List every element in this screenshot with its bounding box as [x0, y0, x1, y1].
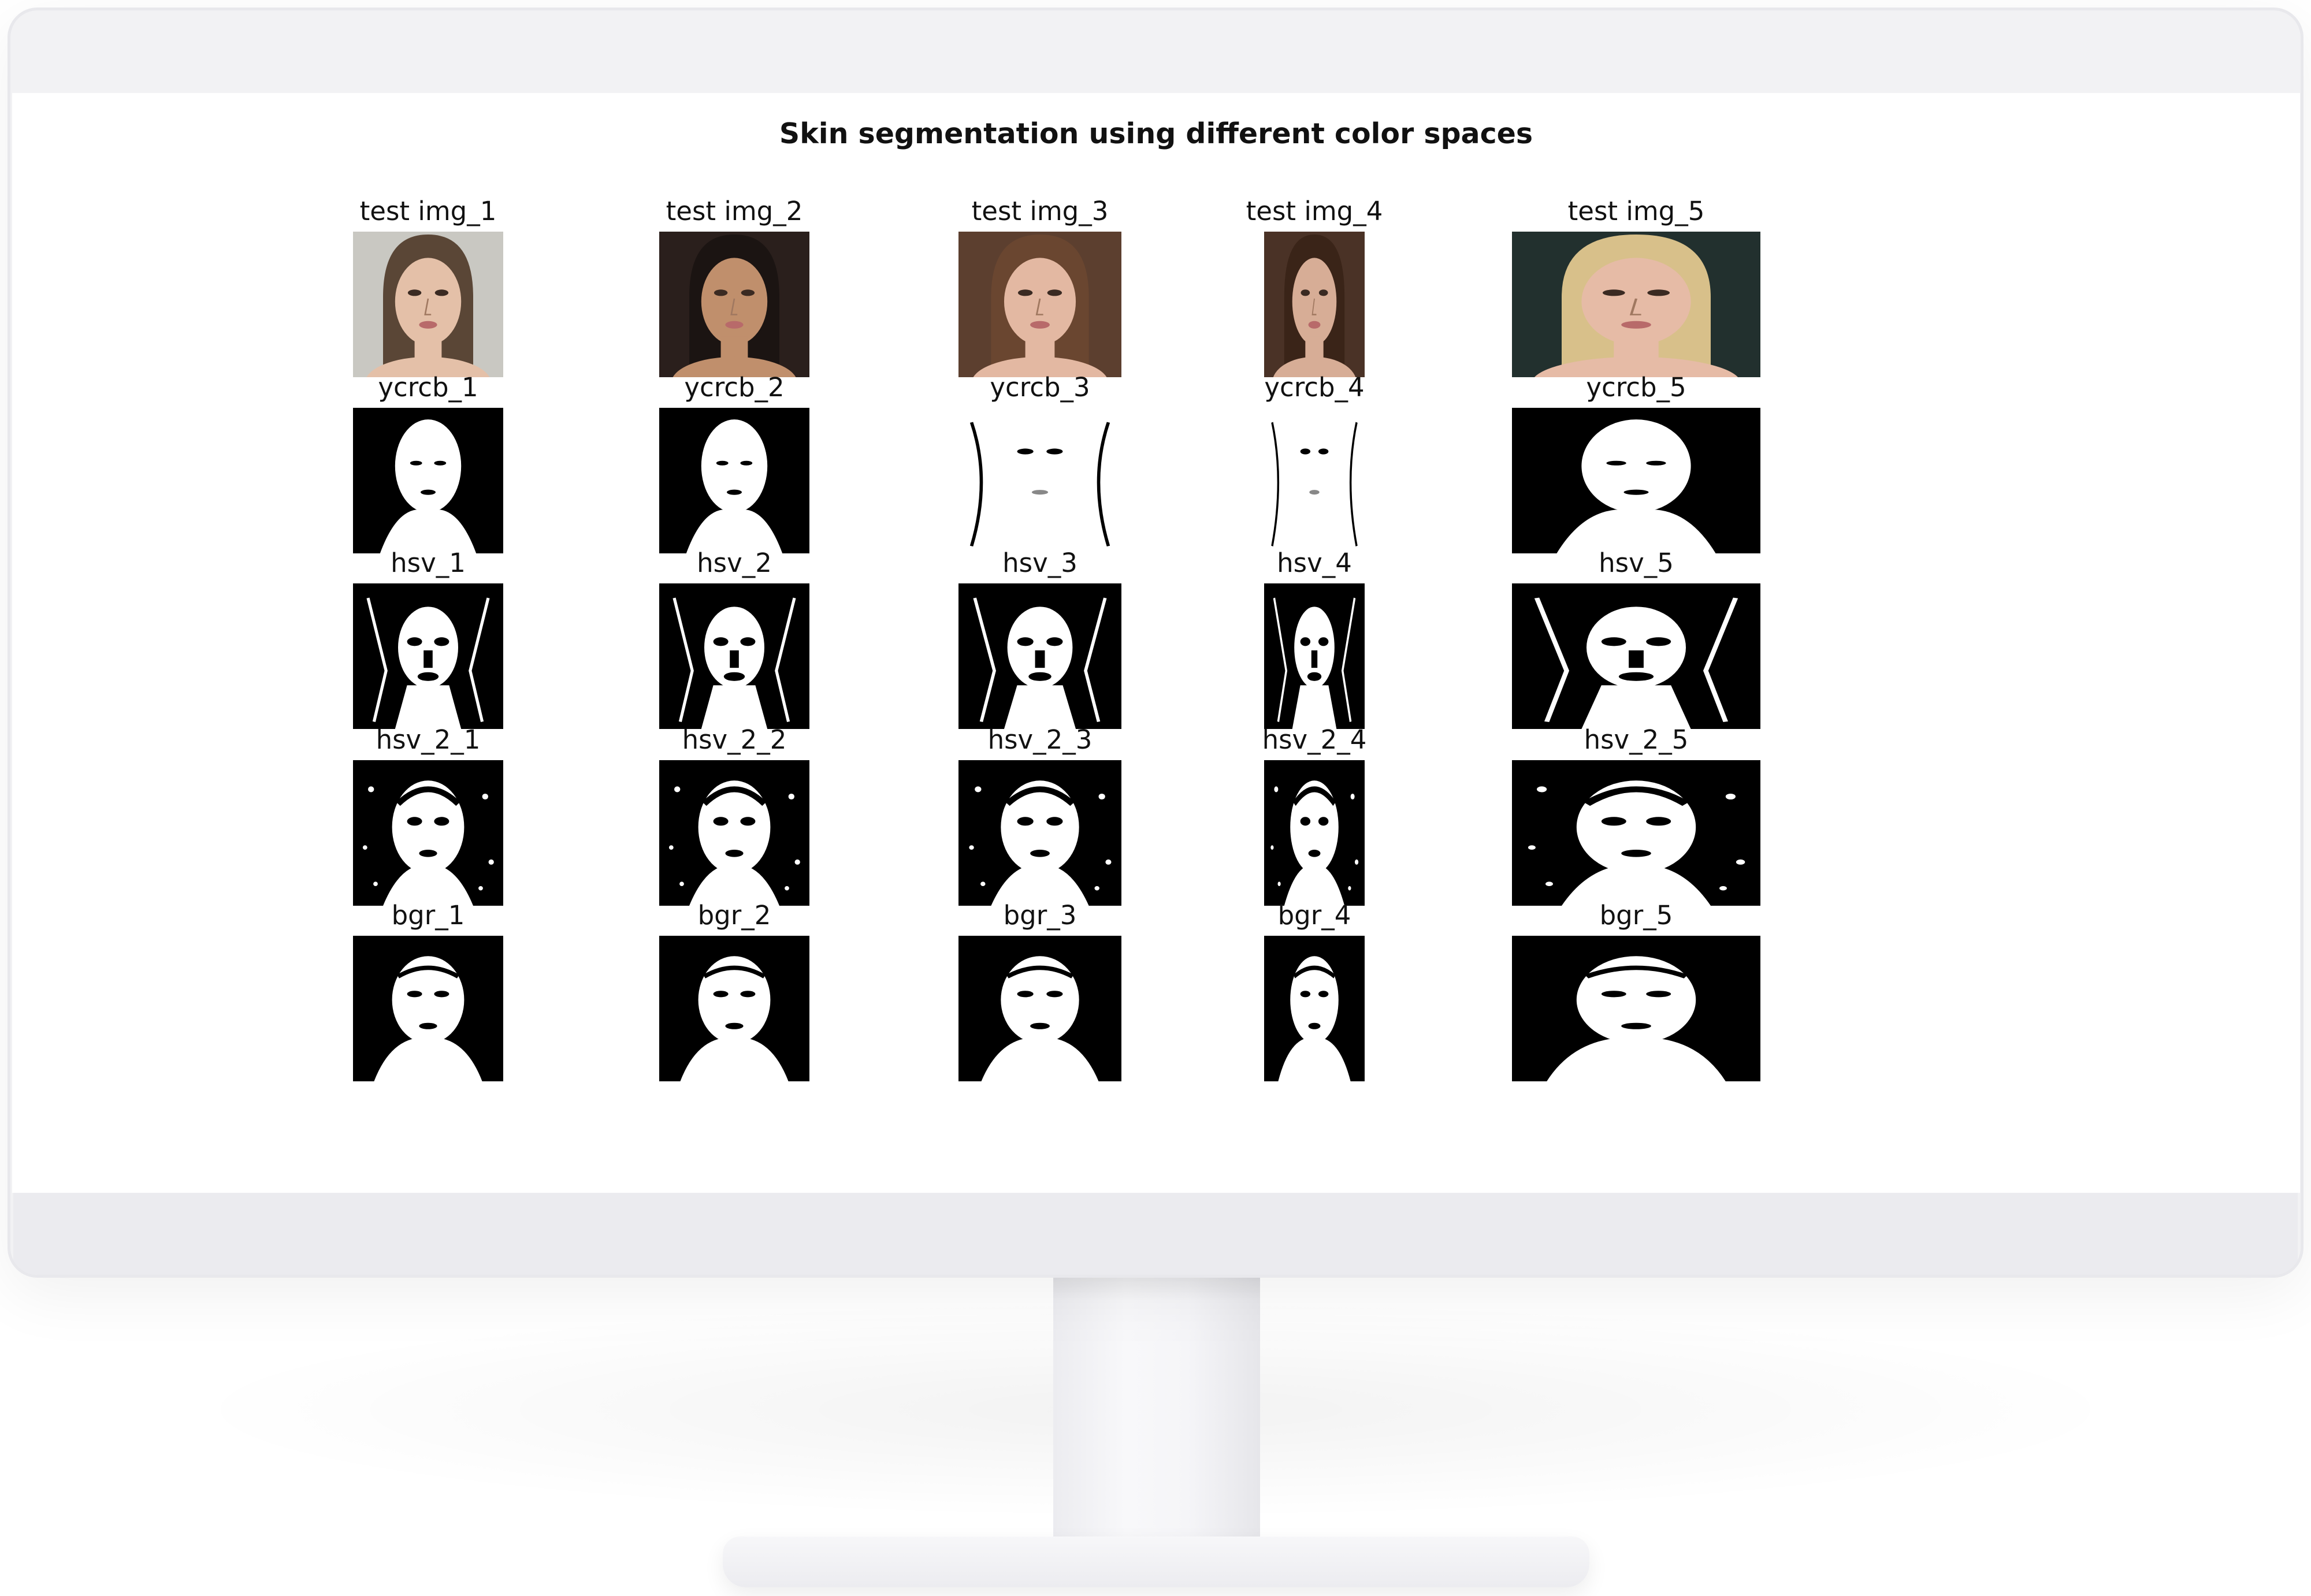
cell-title: ycrcb_5 — [1586, 372, 1686, 403]
cell-title: test img_3 — [971, 196, 1109, 226]
grid-cell: test img_3 — [958, 196, 1121, 380]
segmentation-mask — [958, 760, 1121, 906]
segmentation-mask — [1512, 408, 1760, 553]
face-photo — [958, 232, 1121, 377]
cell-title: ycrcb_2 — [684, 372, 785, 403]
cell-title: test img_5 — [1567, 196, 1705, 226]
grid-cell: ycrcb_4 — [1264, 372, 1365, 556]
segmentation-mask — [958, 408, 1121, 553]
grid-cell: hsv_1 — [353, 548, 503, 731]
monitor-chin — [13, 1191, 2298, 1275]
face-photo — [1512, 232, 1760, 377]
grid-cell: bgr_1 — [353, 900, 503, 1084]
face-photo — [353, 232, 503, 377]
face-photo — [1264, 232, 1365, 377]
grid-cell: ycrcb_1 — [353, 372, 503, 556]
cell-title: test img_2 — [666, 196, 803, 226]
grid-cell: hsv_3 — [958, 548, 1121, 731]
grid-cell: hsv_2_5 — [1512, 724, 1760, 908]
segmentation-mask — [659, 408, 809, 553]
face-photo — [659, 232, 809, 377]
cell-title: bgr_4 — [1277, 900, 1351, 931]
grid-cell: hsv_2_4 — [1262, 724, 1366, 908]
cell-title: test img_4 — [1246, 196, 1383, 226]
grid-cell: bgr_5 — [1512, 900, 1760, 1084]
cell-title: ycrcb_4 — [1264, 372, 1365, 403]
segmentation-mask — [353, 408, 503, 553]
monitor-screen: Skin segmentation using different color … — [12, 93, 2300, 1193]
cell-title: ycrcb_3 — [990, 372, 1090, 403]
grid-cell: ycrcb_5 — [1512, 372, 1760, 556]
cell-title: bgr_1 — [391, 900, 465, 931]
cell-title: hsv_2_2 — [682, 724, 787, 755]
monitor-stand-neck — [1053, 1278, 1260, 1560]
cell-title: hsv_4 — [1277, 548, 1352, 578]
cell-title: hsv_1 — [391, 548, 466, 578]
grid-cell: test img_4 — [1246, 196, 1383, 380]
segmentation-mask — [1264, 760, 1365, 906]
cell-title: hsv_3 — [1002, 548, 1078, 578]
segmentation-mask — [353, 583, 503, 729]
cell-title: hsv_2_4 — [1262, 724, 1367, 755]
segmentation-mask — [659, 760, 809, 906]
grid-cell: hsv_2 — [659, 548, 809, 731]
segmentation-mask — [659, 936, 809, 1081]
segmentation-mask — [1264, 583, 1365, 729]
grid-cell: hsv_2_3 — [958, 724, 1121, 908]
grid-cell: ycrcb_3 — [958, 372, 1121, 556]
figure-title: Skin segmentation using different color … — [779, 117, 1533, 150]
cell-title: hsv_2_5 — [1584, 724, 1689, 755]
cell-title: bgr_2 — [697, 900, 771, 931]
grid-cell: test img_5 — [1512, 196, 1760, 380]
segmentation-mask — [1512, 936, 1760, 1081]
monitor-frame: Skin segmentation using different color … — [8, 8, 2303, 1278]
cell-title: ycrcb_1 — [378, 372, 478, 403]
segmentation-mask — [353, 760, 503, 906]
grid-cell: bgr_4 — [1264, 900, 1365, 1084]
cell-title: hsv_2_1 — [376, 724, 481, 755]
grid-cell: bgr_3 — [958, 900, 1121, 1084]
cell-title: test img_1 — [359, 196, 497, 226]
segmentation-mask — [353, 936, 503, 1081]
segmentation-mask — [958, 583, 1121, 729]
cell-title: bgr_3 — [1003, 900, 1077, 931]
segmentation-mask — [958, 936, 1121, 1081]
monitor-stand-base — [723, 1537, 1589, 1587]
grid-cell: test img_1 — [353, 196, 503, 380]
segmentation-mask — [659, 583, 809, 729]
segmentation-mask — [1264, 408, 1365, 553]
segmentation-mask — [1512, 760, 1760, 906]
cell-title: bgr_5 — [1599, 900, 1673, 931]
grid-cell: hsv_2_1 — [353, 724, 503, 908]
cell-title: hsv_2 — [697, 548, 772, 578]
cell-title: hsv_5 — [1599, 548, 1674, 578]
grid-cell: test img_2 — [659, 196, 809, 380]
grid-cell: hsv_4 — [1264, 548, 1365, 731]
segmentation-mask — [1512, 583, 1760, 729]
cell-title: hsv_2_3 — [987, 724, 1093, 755]
monitor-stand-shadow — [1053, 1278, 1260, 1301]
grid-cell: hsv_2_2 — [659, 724, 809, 908]
segmentation-mask — [1264, 936, 1365, 1081]
grid-cell: ycrcb_2 — [659, 372, 809, 556]
grid-cell: hsv_5 — [1512, 548, 1760, 731]
grid-cell: bgr_2 — [659, 900, 809, 1084]
